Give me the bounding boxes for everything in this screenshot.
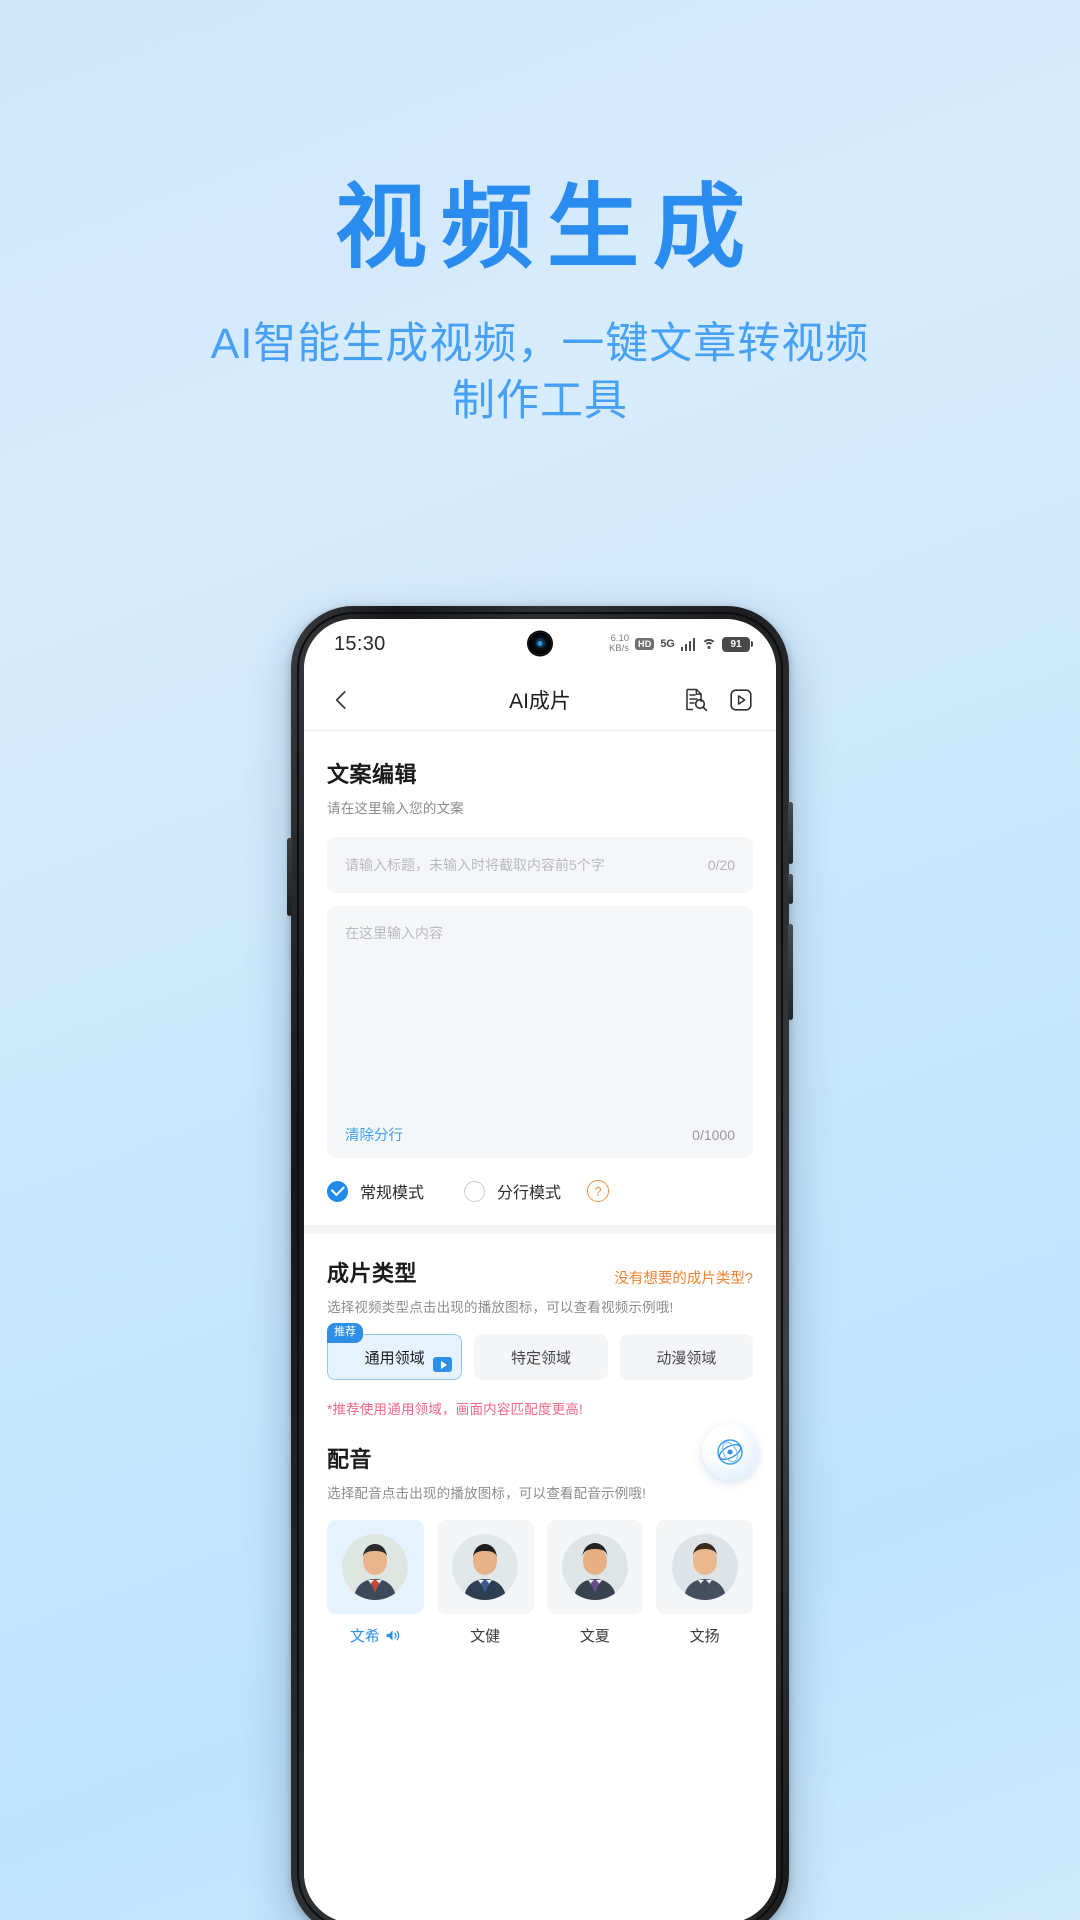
- video-type-option-general-label: 通用领域: [364, 1349, 425, 1367]
- voice-option-1-card[interactable]: [327, 1520, 424, 1614]
- content-textarea-placeholder: 在这里输入内容: [345, 925, 443, 941]
- voice-section-subtitle: 选择配音点击出现的播放图标，可以查看配音示例哦!: [327, 1486, 647, 1501]
- video-type-option-anime[interactable]: 动漫领域: [619, 1334, 753, 1380]
- video-type-subtitle: 选择视频类型点击出现的播放图标，可以查看视频示例哦!: [327, 1300, 674, 1315]
- voice-option-2-card[interactable]: [436, 1520, 534, 1614]
- app-navbar: AI成片: [304, 669, 776, 731]
- question-mark-icon[interactable]: ?: [587, 1180, 610, 1202]
- voice-option-1-label: 文希: [349, 1628, 380, 1645]
- punch-hole-camera: [528, 632, 552, 655]
- network-speed: 6.10 KB/s: [609, 634, 629, 653]
- voice-options: 文希 文健 文夏 文扬: [327, 1520, 753, 1646]
- promo-subtitle-line-2: 制作工具: [452, 376, 628, 425]
- voice-assistant-orb-icon[interactable]: [702, 1424, 758, 1480]
- video-type-header: 成片类型 没有想要的成片类型?: [327, 1256, 753, 1288]
- wifi-icon: [701, 638, 716, 650]
- title-input[interactable]: 请输入标题，未输入时将截取内容前5个字 0/20: [327, 837, 753, 893]
- speaker-wave-icon[interactable]: [384, 1628, 401, 1643]
- network-type-label: 5G: [660, 638, 675, 650]
- battery-indicator: 91: [722, 636, 753, 652]
- video-type-option-specific-label: 特定领域: [510, 1349, 571, 1367]
- voice-option-4-card[interactable]: [656, 1520, 753, 1614]
- clear-linebreaks-button[interactable]: 清除分行: [345, 1124, 403, 1145]
- back-button[interactable]: [326, 685, 356, 715]
- navbar-actions: [683, 687, 754, 713]
- copy-edit-section: 文案编辑 请在这里输入您的文案 请输入标题，未输入时将截取内容前5个字 0/20…: [304, 731, 776, 1203]
- page-title: 视频生成: [334, 177, 759, 279]
- voice-option-3-card[interactable]: [546, 1520, 644, 1614]
- voice-option-3[interactable]: 文夏: [546, 1520, 644, 1646]
- voice-option-4-label: 文扬: [689, 1628, 720, 1645]
- promo-subtitle-line-1: AI智能生成视频，一键文章转视频: [210, 319, 870, 368]
- promo-header: 视频生成 AI智能生成视频，一键文章转视频 制作工具: [0, 0, 1080, 429]
- male-avatar-1: [342, 1534, 409, 1600]
- radio-linebreak-mode[interactable]: [464, 1180, 486, 1202]
- voice-option-1-name-row: 文希: [327, 1625, 424, 1646]
- radio-linebreak-mode-label: 分行模式: [497, 1185, 562, 1202]
- title-input-counter: 0/20: [707, 857, 735, 873]
- voice-section-title: 配音: [327, 1447, 373, 1472]
- document-search-icon[interactable]: [683, 687, 709, 713]
- radio-normal-mode[interactable]: [327, 1180, 348, 1202]
- phone-mockup: 15:30 6.10 KB/s HD 5G 91 AI成片 文案编辑 请在这里输…: [287, 606, 793, 1920]
- play-icon[interactable]: [433, 1357, 453, 1372]
- phone-left-button[interactable]: [287, 838, 292, 916]
- title-input-placeholder: 请输入标题，未输入时将截取内容前5个字: [345, 857, 605, 873]
- voice-option-4-name-row: 文扬: [656, 1625, 753, 1646]
- video-type-option-general[interactable]: 推荐 通用领域: [327, 1323, 463, 1380]
- orb-glyph-icon: [717, 1439, 743, 1465]
- content-textarea[interactable]: 在这里输入内容 清除分行 0/1000: [327, 906, 753, 1158]
- voice-option-3-label: 文夏: [579, 1628, 610, 1645]
- signal-bars-icon: [680, 637, 695, 651]
- video-type-title: 成片类型: [327, 1261, 418, 1286]
- voice-option-2-label: 文健: [470, 1628, 501, 1645]
- video-type-option-anime-label: 动漫领域: [656, 1349, 717, 1367]
- power-button[interactable]: [788, 924, 793, 1020]
- male-avatar-3: [561, 1534, 628, 1600]
- recommended-badge: 推荐: [327, 1323, 363, 1343]
- phone-frame: 15:30 6.10 KB/s HD 5G 91 AI成片 文案编辑 请在这里输…: [287, 606, 793, 1920]
- phone-screen: 15:30 6.10 KB/s HD 5G 91 AI成片 文案编辑 请在这里输…: [304, 619, 776, 1920]
- hd-badge: HD: [635, 638, 655, 650]
- content-textarea-footer: 清除分行 0/1000: [345, 1124, 735, 1145]
- video-type-help-link[interactable]: 没有想要的成片类型?: [614, 1267, 753, 1288]
- voice-option-1[interactable]: 文希: [327, 1520, 424, 1646]
- male-avatar-2: [452, 1534, 519, 1600]
- voice-option-2-name-row: 文健: [437, 1625, 534, 1646]
- radio-normal-mode-label: 常规模式: [360, 1185, 425, 1202]
- video-type-options: 推荐 通用领域 特定领域 动漫领域: [327, 1323, 753, 1380]
- app-content: 文案编辑 请在这里输入您的文案 请输入标题，未输入时将截取内容前5个字 0/20…: [304, 731, 776, 1920]
- volume-up-button[interactable]: [788, 802, 793, 864]
- status-time: 15:30: [334, 632, 386, 655]
- status-icons: 6.10 KB/s HD 5G 91: [609, 634, 753, 653]
- male-avatar-4: [671, 1534, 738, 1600]
- network-speed-unit: KB/s: [608, 643, 630, 654]
- voice-option-2[interactable]: 文健: [436, 1520, 534, 1646]
- promo-subtitle: AI智能生成视频，一键文章转视频 制作工具: [0, 316, 1080, 430]
- copy-section-subtitle: 请在这里输入您的文案: [327, 801, 464, 816]
- voice-option-3-name-row: 文夏: [547, 1625, 644, 1646]
- voice-section: 配音 选择配音点击出现的播放图标，可以查看配音示例哦! 文希 文健 文夏 文扬: [304, 1418, 776, 1646]
- content-textarea-counter: 0/1000: [692, 1126, 735, 1143]
- section-divider-1: [304, 1225, 776, 1234]
- status-bar: 15:30 6.10 KB/s HD 5G 91: [304, 619, 776, 669]
- copy-section-title: 文案编辑: [327, 762, 418, 787]
- mode-selector: 常规模式 分行模式 ?: [327, 1179, 753, 1203]
- chevron-left-icon: [335, 690, 346, 709]
- video-type-option-specific[interactable]: 特定领域: [474, 1334, 608, 1380]
- volume-down-button[interactable]: [788, 874, 793, 904]
- voice-option-4[interactable]: 文扬: [656, 1520, 753, 1646]
- video-type-section: 成片类型 没有想要的成片类型? 选择视频类型点击出现的播放图标，可以查看视频示例…: [304, 1234, 776, 1418]
- video-type-note: *推荐使用通用领域，画面内容匹配度更高!: [327, 1402, 584, 1417]
- video-library-icon[interactable]: [728, 687, 754, 713]
